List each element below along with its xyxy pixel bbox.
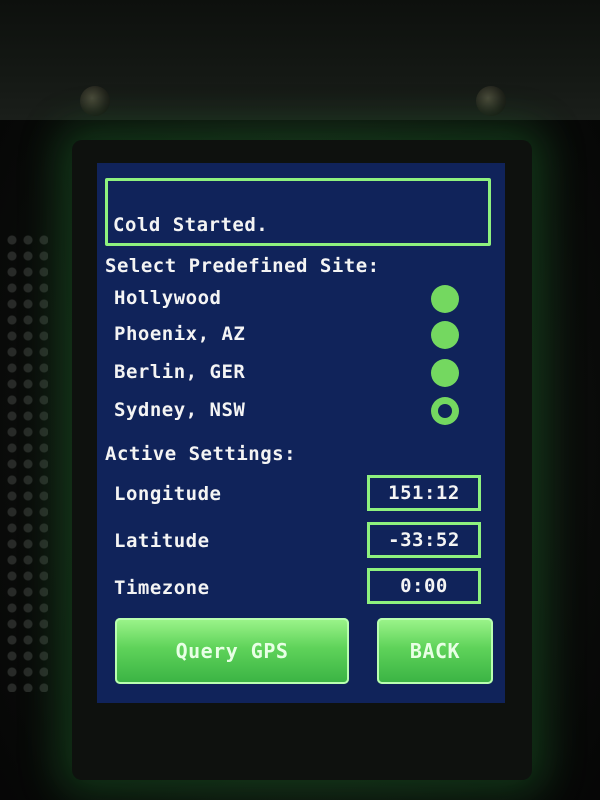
touch-screen: Cold Started. Select Predefined Site: Ho… bbox=[97, 163, 505, 703]
back-button[interactable]: BACK bbox=[377, 618, 493, 684]
site-option-label: Hollywood bbox=[114, 287, 222, 309]
timezone-value[interactable]: 0:00 bbox=[367, 568, 481, 604]
radio-button-selected-icon[interactable] bbox=[431, 397, 459, 425]
site-option-phoenix[interactable]: Phoenix, AZ bbox=[114, 320, 459, 350]
mounting-screw-icon bbox=[80, 86, 110, 116]
longitude-label: Longitude bbox=[114, 483, 222, 505]
site-option-berlin[interactable]: Berlin, GER bbox=[114, 358, 459, 388]
radio-button-icon[interactable] bbox=[431, 285, 459, 313]
pin-header bbox=[4, 232, 48, 692]
site-section-heading: Select Predefined Site: bbox=[105, 255, 380, 277]
device-photo: Cold Started. Select Predefined Site: Ho… bbox=[0, 0, 600, 800]
longitude-value[interactable]: 151:12 bbox=[367, 475, 481, 511]
status-message: Cold Started. bbox=[113, 214, 269, 236]
timezone-label: Timezone bbox=[114, 577, 210, 599]
status-box: Cold Started. bbox=[105, 178, 491, 246]
radio-button-icon[interactable] bbox=[431, 321, 459, 349]
site-option-label: Phoenix, AZ bbox=[114, 323, 246, 345]
latitude-value[interactable]: -33:52 bbox=[367, 522, 481, 558]
active-settings-heading: Active Settings: bbox=[105, 443, 297, 465]
latitude-label: Latitude bbox=[114, 530, 210, 552]
site-option-sydney[interactable]: Sydney, NSW bbox=[114, 396, 459, 426]
site-option-hollywood[interactable]: Hollywood bbox=[114, 284, 459, 314]
mounting-screw-icon bbox=[476, 86, 506, 116]
radio-button-icon[interactable] bbox=[431, 359, 459, 387]
site-option-label: Berlin, GER bbox=[114, 361, 246, 383]
query-gps-button[interactable]: Query GPS bbox=[115, 618, 349, 684]
site-option-label: Sydney, NSW bbox=[114, 399, 246, 421]
